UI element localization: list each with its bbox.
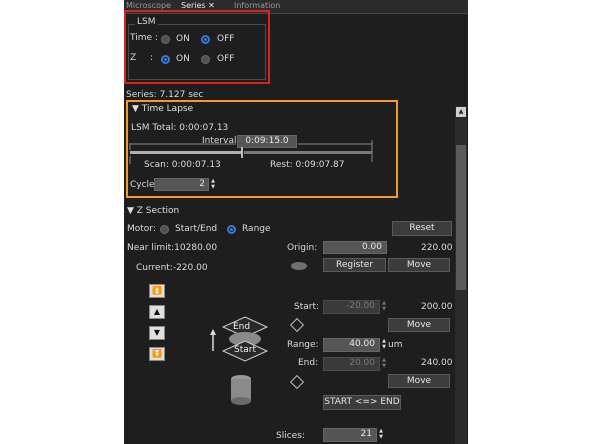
start-label: Start:: [294, 302, 320, 312]
end-move-button[interactable]: Move: [388, 374, 450, 388]
near-limit: Near limit:10280.00: [127, 243, 218, 253]
slices-input[interactable]: 21: [323, 428, 377, 442]
tab-information[interactable]: Information: [234, 1, 280, 10]
reset-button[interactable]: Reset: [392, 221, 452, 236]
diagram-start-label: Start: [234, 345, 256, 355]
origin-right-value: 220.00: [421, 243, 453, 253]
range-radio[interactable]: [227, 225, 236, 234]
start-end-radio[interactable]: [160, 225, 169, 234]
time-lapse-highlight: [126, 100, 398, 198]
tab-microscope[interactable]: Microscope: [126, 1, 171, 10]
start-input[interactable]: -20.00: [323, 300, 380, 314]
origin-marker-icon: [291, 262, 307, 270]
origin-label: Origin:: [287, 243, 318, 253]
diagram-end-label: End: [233, 322, 251, 332]
start-spinner-down-icon[interactable]: ▼: [380, 307, 388, 312]
slices-label: Slices:: [276, 431, 305, 441]
tab-series[interactable]: Series ✕: [181, 1, 215, 10]
end-right-value: 240.00: [421, 358, 453, 368]
scroll-up-icon[interactable]: ▲: [456, 107, 466, 117]
move-down-icon[interactable]: ▼: [149, 326, 165, 340]
range-spinner-down-icon[interactable]: ▼: [380, 345, 388, 350]
series-time: Series: 7.127 sec: [126, 90, 204, 100]
start-move-button[interactable]: Move: [388, 318, 450, 332]
origin-move-button[interactable]: Move: [388, 258, 450, 272]
move-top-icon[interactable]: ⏫: [149, 284, 165, 298]
end-spinner-down-icon[interactable]: ▼: [380, 364, 388, 369]
swap-start-end-button[interactable]: START <=> END: [323, 395, 401, 410]
end-input[interactable]: 20.00: [323, 357, 380, 371]
origin-input[interactable]: 0.00: [323, 241, 387, 254]
lsm-highlight: [124, 10, 270, 84]
slices-spinner-down-icon[interactable]: ▼: [377, 435, 385, 440]
move-up-icon[interactable]: ▲: [149, 305, 165, 319]
range-unit: um: [388, 340, 403, 350]
scrollbar-thumb[interactable]: [456, 145, 466, 290]
range-label: Range:: [287, 340, 319, 350]
range-input[interactable]: 40.00: [323, 338, 380, 352]
move-bottom-icon[interactable]: ⏬: [149, 347, 165, 361]
z-section-header[interactable]: ▼ Z Section: [127, 206, 179, 216]
start-end-label: Start/End: [175, 224, 218, 234]
motor-label: Motor:: [127, 224, 156, 234]
range-radio-label: Range: [242, 224, 271, 234]
start-right-value: 200.00: [421, 302, 453, 312]
current-position: Current:-220.00: [136, 263, 208, 273]
register-button[interactable]: Register: [323, 258, 386, 272]
end-label: End:: [298, 358, 319, 368]
